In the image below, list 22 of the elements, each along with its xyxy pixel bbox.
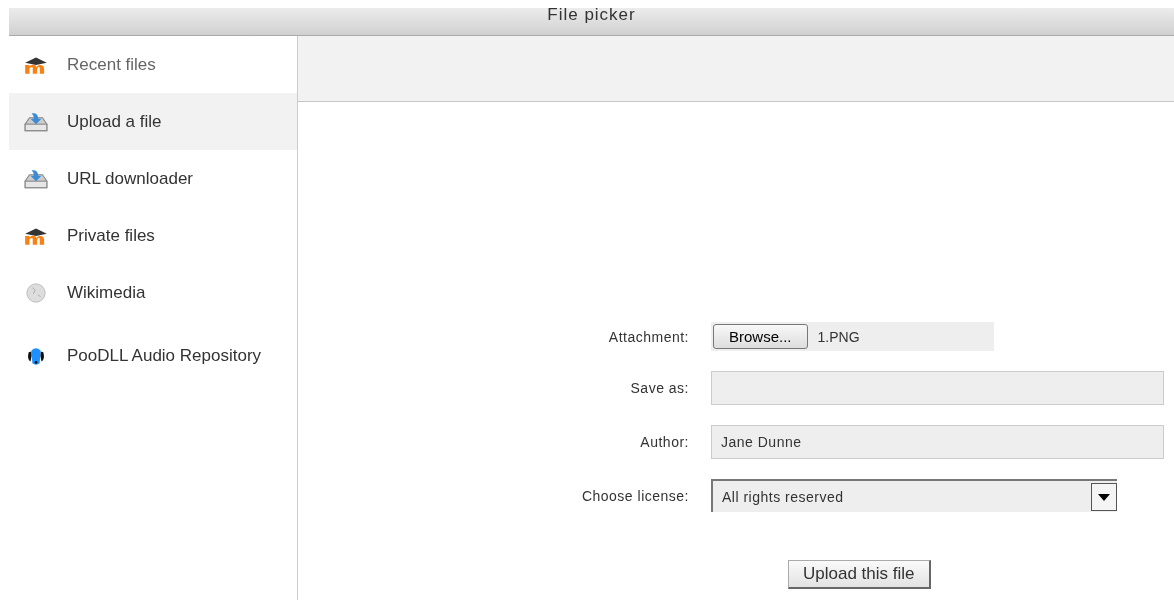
sidebar-item[interactable]: PooDLL Audio Repository	[9, 321, 297, 378]
sidebar-item[interactable]: Upload a file	[9, 93, 297, 150]
save-as-field[interactable]	[711, 371, 1164, 405]
globe-icon	[23, 281, 49, 304]
caret-icon	[1091, 482, 1117, 511]
field-label: Author:	[639, 434, 689, 450]
browse-button[interactable]: Browse...	[713, 324, 808, 349]
sidebar-item[interactable]: Private files	[9, 207, 297, 264]
license-dropdown[interactable]: All rights reserved	[711, 479, 1117, 512]
field-label: Save as:	[629, 380, 689, 396]
sidebar-item[interactable]: Wikimedia	[9, 264, 297, 321]
window-title: File picker	[547, 8, 636, 22]
tray-download-icon	[23, 167, 49, 190]
upload-button[interactable]: Upload this file	[788, 560, 931, 589]
file-field[interactable]: Browse... 1.PNG	[711, 322, 994, 351]
tray-download-icon	[23, 110, 49, 133]
author-field[interactable]: Jane Dunne	[711, 425, 1164, 459]
field-label: Choose license:	[580, 487, 689, 504]
file-name: 1.PNG	[817, 328, 860, 345]
field-label: Attachment:	[607, 328, 689, 345]
sidebar-item[interactable]: Recent files	[9, 36, 297, 93]
sidebar-item[interactable]: URL downloader	[9, 150, 297, 207]
